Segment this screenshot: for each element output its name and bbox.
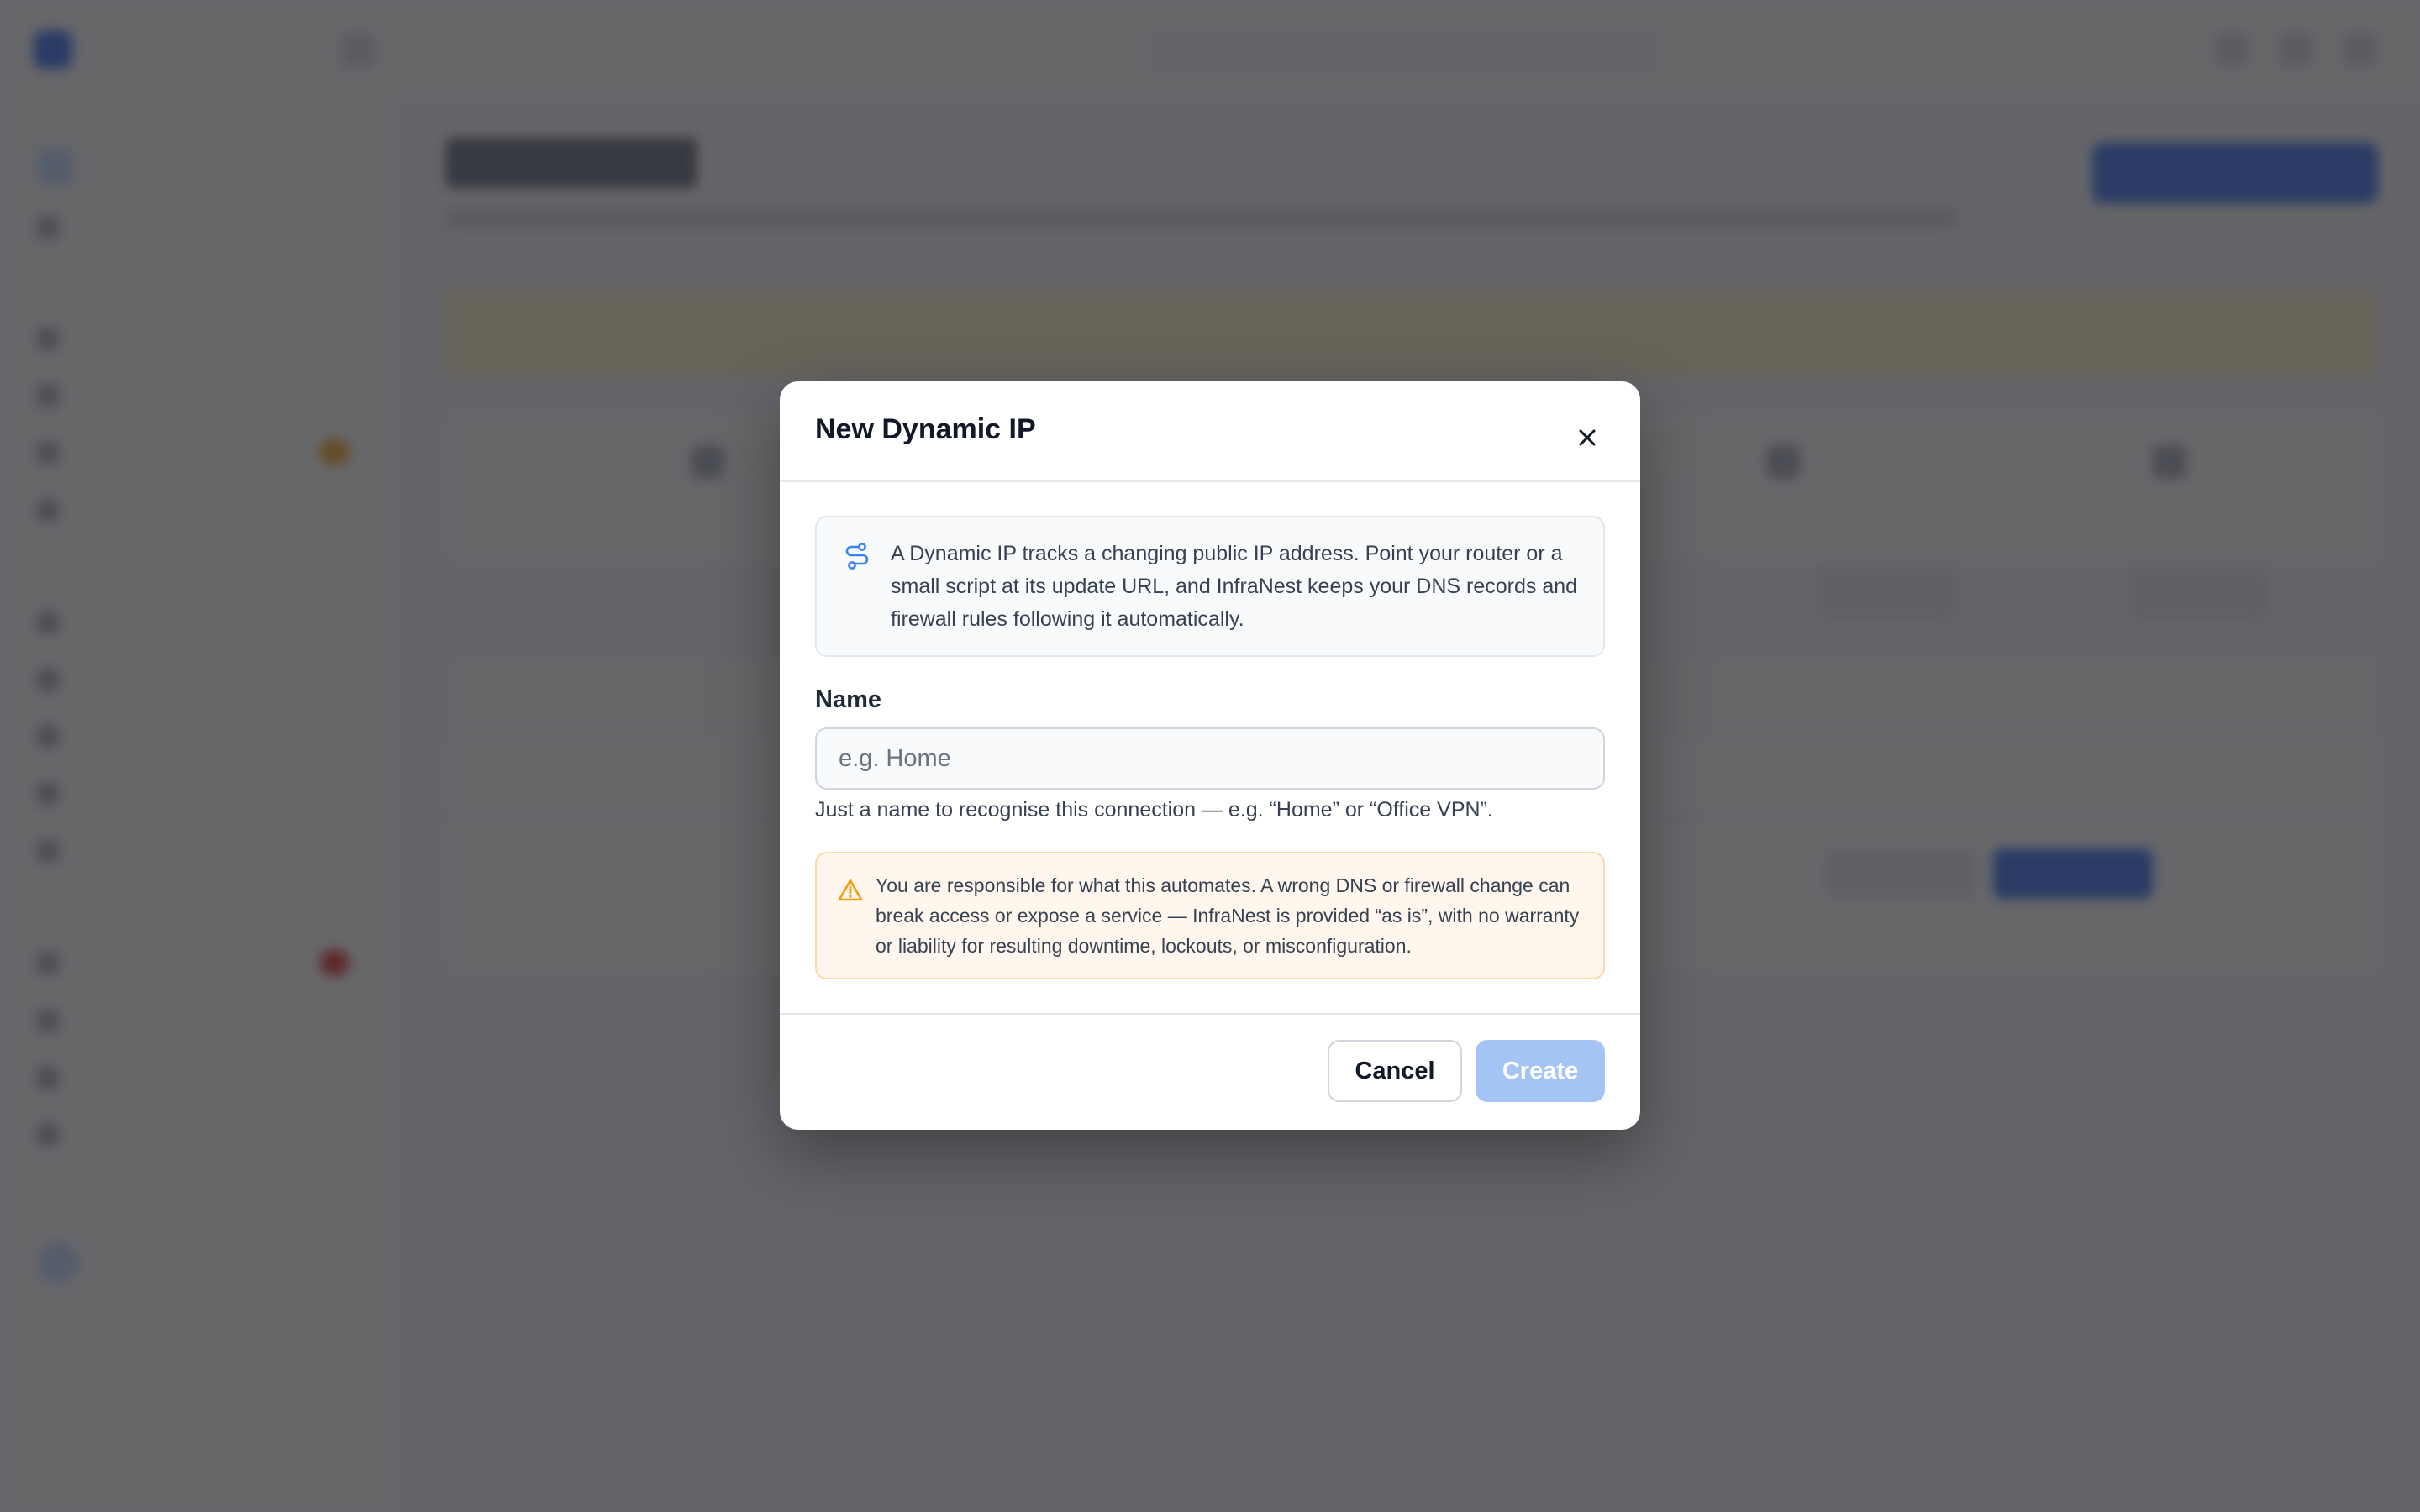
info-text: A Dynamic IP tracks a changing public IP… xyxy=(891,542,1578,631)
cancel-button[interactable]: Cancel xyxy=(1328,1040,1462,1102)
dialog-title: New Dynamic IP xyxy=(815,413,1036,445)
name-helper-text: Just a name to recognise this connection… xyxy=(815,798,1493,822)
dialog-footer: Cancel Create xyxy=(780,1013,1640,1131)
info-callout: A Dynamic IP tracks a changing public IP… xyxy=(815,516,1605,657)
route-icon xyxy=(845,543,869,570)
name-input[interactable] xyxy=(815,727,1605,790)
name-label: Name xyxy=(815,686,881,713)
create-button[interactable]: Create xyxy=(1476,1040,1605,1102)
warning-text: You are responsible for what this automa… xyxy=(876,874,1580,957)
dialog-header: New Dynamic IP xyxy=(780,381,1640,482)
close-button[interactable] xyxy=(1566,417,1608,459)
warning-callout: You are responsible for what this automa… xyxy=(815,852,1605,979)
new-dynamic-ip-dialog: New Dynamic IP A Dynamic IP tracks a cha… xyxy=(780,381,1640,1130)
warning-triangle-icon xyxy=(838,879,863,901)
close-icon xyxy=(1579,429,1596,446)
